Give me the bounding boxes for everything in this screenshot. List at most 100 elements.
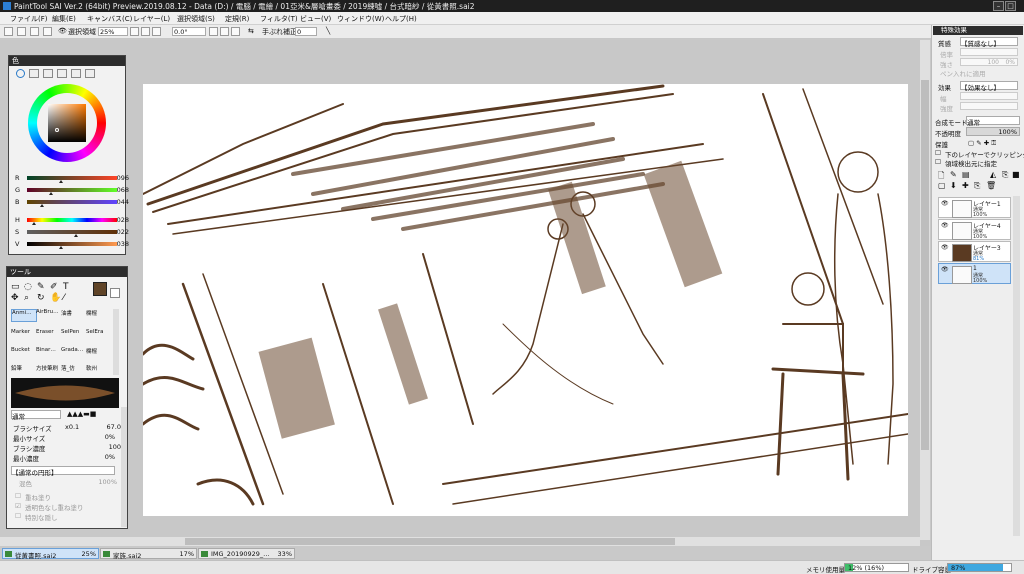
doc-tab-3[interactable]: IMG_20190929_… 33%: [198, 548, 295, 559]
check-transparent-overpaint[interactable]: ☑ 透明色なし重ね塗り: [13, 502, 121, 512]
layer-fx-icon[interactable]: ⎘: [1002, 170, 1008, 180]
vertical-scrollbar-thumb[interactable]: [921, 80, 929, 450]
scale-field[interactable]: [960, 48, 1018, 56]
brush-shape-select[interactable]: 【通常の円形】: [11, 466, 115, 477]
fill-select-icon[interactable]: ✐: [50, 282, 58, 292]
move-icon[interactable]: ✥: [11, 293, 19, 303]
undo-icon[interactable]: [4, 27, 13, 36]
slider-marker[interactable]: [59, 246, 64, 249]
doc-tab-1[interactable]: 從黃書照.sai2 25%: [2, 548, 99, 560]
tool-anmi[interactable]: Anmi…: [11, 309, 37, 322]
tool-custom-4[interactable]: 軟州: [86, 364, 110, 375]
protect-icons[interactable]: ▢ ✎ ✚ ⚿: [968, 139, 996, 148]
hand-icon[interactable]: ✋: [50, 293, 61, 303]
tool-bucket[interactable]: Bucket: [11, 347, 35, 358]
canvas[interactable]: [141, 84, 909, 516]
tool-props-scrollbar[interactable]: [121, 407, 127, 527]
layer-clear-icon[interactable]: ✚: [962, 181, 969, 190]
check-overpaint[interactable]: ☐ 重ね塗り: [13, 492, 121, 502]
tool-airbrush[interactable]: AirBru…: [36, 309, 60, 320]
text-tool-icon[interactable]: T: [63, 282, 69, 292]
layer-visibility-icon[interactable]: 👁: [941, 244, 949, 251]
color-picker-cursor[interactable]: [55, 128, 59, 132]
menu-filter[interactable]: フィルタ(T): [260, 14, 298, 24]
menu-file[interactable]: ファイル(F): [10, 14, 48, 24]
minimize-button[interactable]: –: [993, 1, 1004, 11]
tool-selera[interactable]: SelEra: [86, 329, 110, 340]
tool-custom-3[interactable]: 落_仿: [61, 364, 85, 375]
eye-icon[interactable]: 👁: [58, 27, 67, 35]
layer-mask-icon[interactable]: ◭: [990, 170, 996, 179]
mixer-tab[interactable]: [71, 69, 81, 78]
min-size-row[interactable]: 最小サイズ 0%: [13, 433, 121, 443]
tool-square-brush[interactable]: 方技筆刷: [36, 364, 60, 375]
layer-copy-icon[interactable]: ⎘: [974, 181, 980, 191]
line-tool-icon[interactable]: ╲: [326, 27, 330, 35]
slider-marker[interactable]: [32, 222, 37, 225]
check-special[interactable]: ☐ 特別な隠し: [13, 512, 121, 522]
stabilizer-field[interactable]: 0: [295, 27, 317, 36]
color-wheel-tab[interactable]: [16, 69, 25, 78]
delete-layer-icon[interactable]: 🗑: [986, 181, 996, 190]
horizontal-scrollbar[interactable]: [0, 537, 920, 546]
invert-selection-icon[interactable]: [43, 27, 52, 36]
saturation-value-square[interactable]: [48, 104, 86, 142]
tool-binary[interactable]: Binar…: [36, 347, 60, 358]
new-pen-layer-icon[interactable]: ✎: [950, 170, 957, 179]
menu-help[interactable]: ヘルプ(H): [385, 14, 417, 24]
tool-custom-2[interactable]: 欄棍: [86, 347, 110, 358]
zoom-icon[interactable]: ⌕: [24, 293, 29, 303]
horizontal-scrollbar-thumb[interactable]: [185, 538, 675, 545]
slider-marker[interactable]: [49, 192, 54, 195]
zoom-reset-icon[interactable]: [152, 27, 161, 36]
tool-selpen[interactable]: SelPen: [61, 329, 85, 340]
layer-visibility-icon[interactable]: 👁: [941, 200, 949, 207]
zoom-field[interactable]: 25%: [98, 27, 128, 36]
tool-custom-1[interactable]: 欄棍: [86, 309, 110, 320]
slider-marker[interactable]: [59, 180, 64, 183]
slider-marker[interactable]: [40, 204, 45, 207]
layer-visibility-icon[interactable]: 👁: [941, 222, 949, 229]
swatch-tab[interactable]: [85, 69, 95, 78]
rotate-right-icon[interactable]: [220, 27, 229, 36]
rect-select-icon[interactable]: ▭: [11, 282, 20, 292]
eyedropper-icon[interactable]: ⁄: [63, 293, 65, 303]
flip-icon[interactable]: ⇆: [248, 27, 254, 35]
deselect-icon[interactable]: [30, 27, 39, 36]
zoom-out-icon[interactable]: [130, 27, 139, 36]
merge-down-icon[interactable]: ⬇: [950, 181, 957, 190]
current-color-swatch[interactable]: [93, 282, 107, 296]
brush-size-row[interactable]: ブラシサイズ x0.1 67.0: [13, 423, 121, 433]
effect-select[interactable]: 【効果なし】: [960, 81, 1018, 92]
layer-move-icon[interactable]: ▢: [938, 181, 946, 190]
menu-ruler[interactable]: 定規(R): [225, 14, 249, 24]
effect-strength-field[interactable]: [960, 102, 1018, 110]
palette-tab[interactable]: [57, 69, 67, 78]
brush-shape-icons[interactable]: ▲▲▲▬■: [67, 410, 119, 419]
hsv-slider-tab[interactable]: [43, 69, 53, 78]
layer-settings-icon[interactable]: ■: [1012, 170, 1020, 179]
menu-window[interactable]: ウィンドウ(W): [337, 14, 384, 24]
tool-gradation[interactable]: Grada…: [61, 347, 85, 358]
secondary-color-swatch[interactable]: [110, 288, 120, 298]
slider-g[interactable]: G 068: [13, 186, 129, 195]
slider-b[interactable]: B 044: [13, 198, 129, 207]
width-field[interactable]: [960, 92, 1018, 100]
clip-checkbox[interactable]: ☐: [935, 149, 941, 157]
invert-label[interactable]: ペン入れに適用: [940, 68, 986, 78]
layer-item-4[interactable]: 👁 レイヤー4 通常 100%: [938, 219, 1011, 240]
magic-wand-icon[interactable]: ✎: [37, 282, 45, 292]
slider-marker[interactable]: [73, 234, 78, 237]
doc-tab-2[interactable]: 家族.sai2 17%: [100, 548, 197, 560]
hue-ring[interactable]: [28, 84, 106, 162]
layer-list-scrollbar[interactable]: [1013, 196, 1020, 536]
slider-r[interactable]: R 096: [13, 174, 129, 183]
lasso-icon[interactable]: ◌: [24, 282, 32, 292]
select-src-checkbox[interactable]: ☐: [935, 158, 941, 166]
menu-layer[interactable]: レイヤー(L): [133, 14, 170, 24]
slider-s[interactable]: S 022: [13, 228, 129, 237]
layer-item-base[interactable]: 👁 1 通常 100%: [938, 263, 1011, 284]
layer-item-1[interactable]: 👁 レイヤー1 通常 100%: [938, 197, 1011, 218]
menu-selection[interactable]: 選択領域(S): [177, 14, 215, 24]
menu-edit[interactable]: 編集(E): [52, 14, 76, 24]
